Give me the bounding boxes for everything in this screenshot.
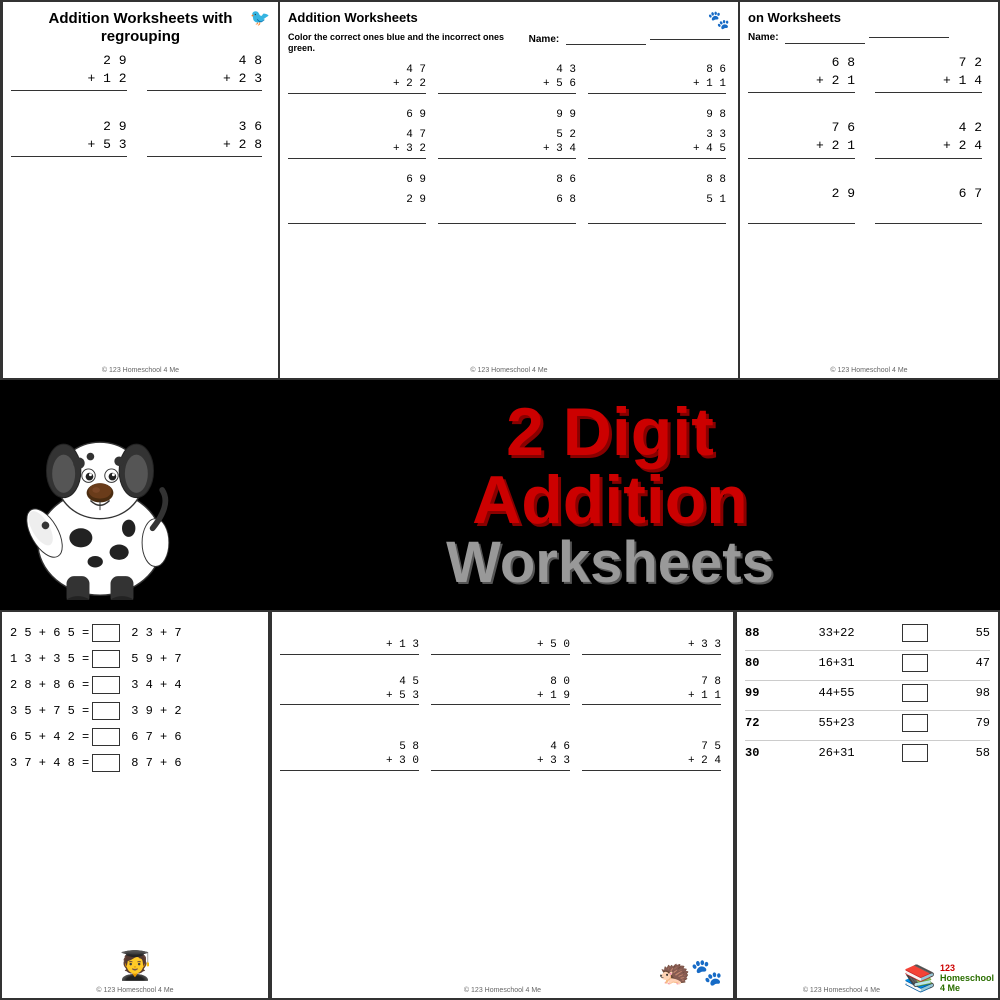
answer-input-box[interactable] [92, 650, 120, 668]
banner-line2: Addition [240, 466, 980, 534]
copyright-panel1: © 123 Homeschool 4 Me [102, 367, 179, 374]
math-problem: 3 6 + 2 8 [147, 118, 271, 176]
bp2-header: + 1 3 + 5 0 + 3 3 [280, 624, 725, 669]
panel1-icon: 🐦 [250, 8, 270, 28]
panel2-subtitle: Color the correct ones blue and the inco… [288, 32, 529, 55]
banner-text-block: 2 Digit Addition Worksheets [220, 388, 1000, 602]
math-problem: + 3 3 [582, 624, 725, 669]
divider [745, 650, 990, 651]
answer-check-box[interactable] [902, 744, 928, 762]
divider [745, 680, 990, 681]
logo-123: 123 Homeschool 4 Me [940, 964, 994, 994]
bottom-cartoon-2: 🦔🐾 [658, 957, 723, 988]
math-problem: 4 7+ 2 2 6 9 [288, 63, 430, 122]
panel2-icon: 🐾 [708, 10, 730, 31]
panel2-problems: 4 7+ 2 2 6 9 4 3+ 5 6 9 9 8 6+ 1 1 9 8 4… [288, 63, 730, 238]
copyright-bp1: © 123 Homeschool 4 Me [96, 987, 173, 994]
math-problem: 4 7+ 3 2 6 9 [288, 128, 430, 187]
bottom-panel-3: 88 33+22 55 80 16+31 47 99 44+55 98 [735, 610, 1000, 1000]
math-problem: 5 8+ 3 0 [280, 740, 423, 799]
math-problem: 8 6+ 1 1 9 8 [588, 63, 730, 122]
answer-input-box[interactable] [92, 728, 120, 746]
answer-input-box[interactable] [92, 754, 120, 772]
copyright-panel3: © 123 Homeschool 4 Me [830, 367, 907, 374]
divider [745, 710, 990, 711]
math-problem: 6 8+ 2 1 [748, 54, 863, 112]
math-problem: 6 7 [875, 185, 990, 243]
bottom-worksheets-section: 2 5 + 6 5 = 2 3 + 7 1 3 + 3 5 = 5 9 + 7 … [0, 610, 1000, 1000]
middle-banner: 2 Digit Addition Worksheets [0, 380, 1000, 610]
panel1-title: Addition Worksheets with regrouping [11, 10, 270, 46]
math-problem: 5 2+ 3 4 8 6 [438, 128, 580, 187]
bottom-panel-2: + 1 3 + 5 0 + 3 3 4 5+ 5 3 8 0+ 1 9 7 8+… [270, 610, 735, 1000]
math-problem: 4 3+ 5 6 9 9 [438, 63, 580, 122]
banner-line1: 2 Digit [240, 398, 980, 466]
answer-input-box[interactable] [92, 676, 120, 694]
answer-input-box[interactable] [92, 624, 120, 642]
panel1-problems: 2 9 + 1 2 4 8 + 2 3 2 9 + 5 3 3 6 + 2 8 [11, 52, 270, 175]
top-worksheets-section: Addition Worksheets with regrouping 🐦 2 … [0, 0, 1000, 380]
answer-check-row: 72 55+23 79 [745, 714, 990, 732]
math-problem: 4 6+ 3 3 [431, 740, 574, 799]
math-problem: 3 3+ 4 5 8 8 [588, 128, 730, 187]
bottom-logo-area: 📚 123 Homeschool 4 Me [904, 963, 994, 994]
answer-check-box[interactable] [902, 714, 928, 732]
bp2-problems: 4 5+ 5 3 8 0+ 1 9 7 8+ 1 1 5 8+ 3 0 4 6+… [280, 675, 725, 799]
math-problem: 4 8 + 2 3 [147, 52, 271, 110]
divider [745, 740, 990, 741]
banner-line3: Worksheets [240, 534, 980, 592]
panel3-problems: 6 8+ 2 1 7 2+ 1 4 7 6+ 2 1 4 2+ 2 4 2 9 … [748, 54, 990, 243]
eq-row: 6 5 + 4 2 = 6 7 + 6 [10, 728, 260, 746]
math-problem: 2 9 [288, 193, 430, 238]
eq-row: 3 7 + 4 8 = 8 7 + 6 [10, 754, 260, 772]
math-problem: 7 6+ 2 1 [748, 119, 863, 177]
math-problem: 2 9 [748, 185, 863, 243]
answer-check-row: 88 33+22 55 [745, 624, 990, 642]
copyright-bp3: © 123 Homeschool 4 Me [803, 987, 880, 994]
bottom-panel-1: 2 5 + 6 5 = 2 3 + 7 1 3 + 3 5 = 5 9 + 7 … [0, 610, 270, 1000]
eq-row: 2 5 + 6 5 = 2 3 + 7 [10, 624, 260, 642]
worksheet-panel-1: Addition Worksheets with regrouping 🐦 2 … [0, 0, 280, 380]
math-problem: 4 5+ 5 3 [280, 675, 423, 734]
math-problem: 7 8+ 1 1 [582, 675, 725, 734]
bottom-cartoon-1: 🧑‍🎓 [118, 949, 153, 982]
bookshelf-icon: 📚 [904, 963, 936, 994]
answer-check-box[interactable] [902, 684, 928, 702]
math-problem: 7 5+ 2 4 [582, 740, 725, 799]
answer-check-row: 30 26+31 58 [745, 744, 990, 762]
panel3-title: on Worksheets [748, 10, 949, 26]
math-problem: 2 9 + 1 2 [11, 52, 135, 110]
panel3-name: Name: [748, 32, 949, 44]
math-problem: 5 1 [588, 193, 730, 238]
math-problem: 7 2+ 1 4 [875, 54, 990, 112]
copyright-panel2: © 123 Homeschool 4 Me [470, 367, 547, 374]
worksheet-panel-2: Addition Worksheets Color the correct on… [280, 0, 740, 380]
answer-check-row: 99 44+55 98 [745, 684, 990, 702]
eq-row: 2 8 + 8 6 = 3 4 + 4 [10, 676, 260, 694]
answer-input-box[interactable] [92, 702, 120, 720]
panel2-title: Addition Worksheets [288, 10, 529, 26]
panel2-name: Name: [529, 33, 730, 45]
math-problem: 2 9 + 5 3 [11, 118, 135, 176]
eq-row: 3 5 + 7 5 = 3 9 + 2 [10, 702, 260, 720]
eq-row: 1 3 + 3 5 = 5 9 + 7 [10, 650, 260, 668]
copyright-bp2: © 123 Homeschool 4 Me [464, 987, 541, 994]
math-problem: + 1 3 [280, 624, 423, 669]
math-problem: + 5 0 [431, 624, 574, 669]
answer-check-row: 80 16+31 47 [745, 654, 990, 672]
math-problem: 8 0+ 1 9 [431, 675, 574, 734]
math-problem: 4 2+ 2 4 [875, 119, 990, 177]
answer-check-box[interactable] [902, 654, 928, 672]
dalmatian-dog [0, 380, 220, 610]
worksheet-panel-3: on Worksheets Name: 6 8+ 2 1 7 2+ 1 4 7 … [740, 0, 1000, 380]
answer-check-box[interactable] [902, 624, 928, 642]
bp1-equations: 2 5 + 6 5 = 2 3 + 7 1 3 + 3 5 = 5 9 + 7 … [10, 624, 260, 772]
bp3-rows: 88 33+22 55 80 16+31 47 99 44+55 98 [745, 624, 990, 762]
math-problem: 6 8 [438, 193, 580, 238]
